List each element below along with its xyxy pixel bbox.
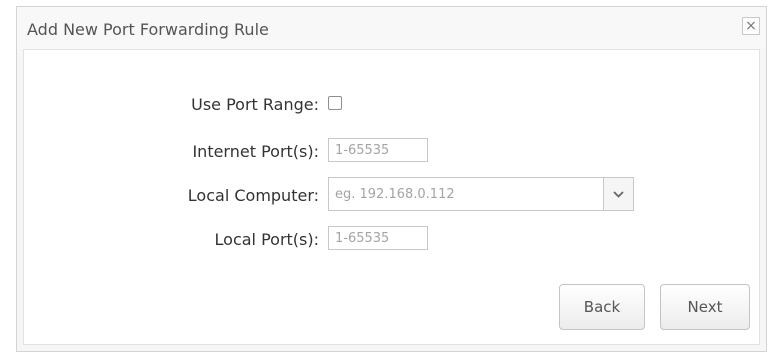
dialog-content: Use Port Range: Internet Port(s): Local … [23, 49, 760, 345]
use-port-range-checkbox[interactable] [328, 96, 342, 110]
port-forwarding-dialog: Add New Port Forwarding Rule × Use Port … [16, 6, 767, 352]
local-computer-input[interactable] [328, 177, 604, 211]
chevron-down-icon [613, 191, 624, 198]
local-ports-label: Local Port(s): [214, 230, 319, 249]
close-button[interactable]: × [742, 17, 760, 35]
next-button[interactable]: Next [660, 284, 750, 330]
use-port-range-label: Use Port Range: [191, 95, 319, 114]
internet-ports-label: Internet Port(s): [192, 142, 319, 161]
dialog-title: Add New Port Forwarding Rule [27, 20, 269, 39]
local-computer-label: Local Computer: [187, 186, 319, 205]
back-button[interactable]: Back [559, 284, 645, 330]
dialog-titlebar: Add New Port Forwarding Rule × [17, 7, 766, 49]
local-computer-dropdown-button[interactable] [604, 177, 634, 211]
internet-ports-input[interactable] [328, 138, 428, 162]
local-ports-input[interactable] [328, 226, 428, 250]
